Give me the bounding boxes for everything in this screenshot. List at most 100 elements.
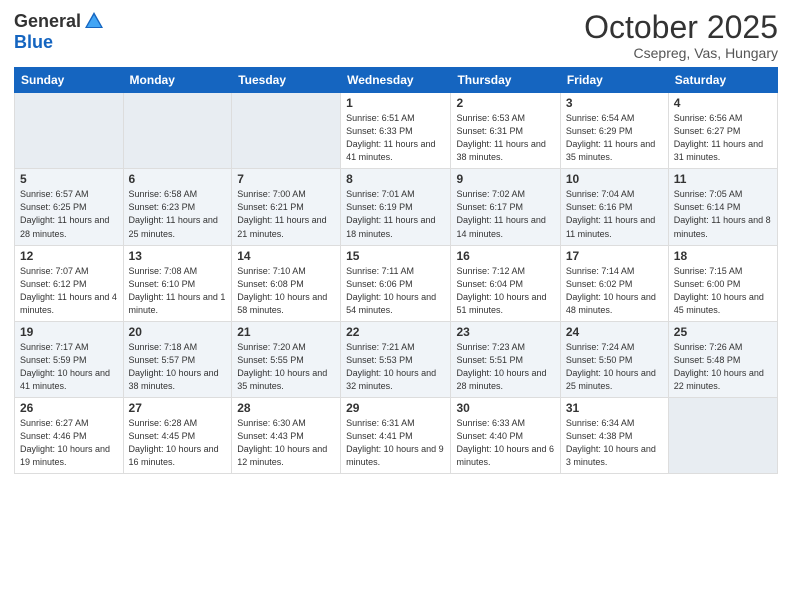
weekday-header: Saturday	[668, 68, 777, 93]
daylight-text: Daylight: 10 hours and 45 minutes.	[674, 292, 764, 315]
sunrise-text: Sunrise: 7:24 AM	[566, 342, 635, 352]
daylight-text: Daylight: 10 hours and 35 minutes.	[237, 368, 327, 391]
weekday-header-row: SundayMondayTuesdayWednesdayThursdayFrid…	[15, 68, 778, 93]
day-number: 23	[456, 325, 554, 339]
day-number: 7	[237, 172, 335, 186]
day-info: Sunrise: 6:51 AMSunset: 6:33 PMDaylight:…	[346, 112, 445, 164]
sunset-text: Sunset: 5:59 PM	[20, 355, 87, 365]
day-info: Sunrise: 6:28 AMSunset: 4:45 PMDaylight:…	[129, 417, 227, 469]
daylight-text: Daylight: 11 hours and 31 minutes.	[674, 139, 763, 162]
calendar-week-row: 26Sunrise: 6:27 AMSunset: 4:46 PMDayligh…	[15, 397, 778, 473]
calendar-day-cell: 16Sunrise: 7:12 AMSunset: 6:04 PMDayligh…	[451, 245, 560, 321]
calendar-week-row: 5Sunrise: 6:57 AMSunset: 6:25 PMDaylight…	[15, 169, 778, 245]
day-number: 18	[674, 249, 772, 263]
day-info: Sunrise: 7:08 AMSunset: 6:10 PMDaylight:…	[129, 265, 227, 317]
day-number: 30	[456, 401, 554, 415]
daylight-text: Daylight: 11 hours and 4 minutes.	[20, 292, 117, 315]
calendar-day-cell: 12Sunrise: 7:07 AMSunset: 6:12 PMDayligh…	[15, 245, 124, 321]
calendar-day-cell: 3Sunrise: 6:54 AMSunset: 6:29 PMDaylight…	[560, 93, 668, 169]
sunset-text: Sunset: 6:23 PM	[129, 202, 196, 212]
sunset-text: Sunset: 6:17 PM	[456, 202, 523, 212]
sunset-text: Sunset: 5:53 PM	[346, 355, 413, 365]
sunrise-text: Sunrise: 7:05 AM	[674, 189, 743, 199]
day-info: Sunrise: 6:30 AMSunset: 4:43 PMDaylight:…	[237, 417, 335, 469]
sunset-text: Sunset: 6:25 PM	[20, 202, 87, 212]
sunset-text: Sunset: 5:57 PM	[129, 355, 196, 365]
sunrise-text: Sunrise: 7:07 AM	[20, 266, 89, 276]
daylight-text: Daylight: 11 hours and 8 minutes.	[674, 215, 771, 238]
calendar-day-cell	[15, 93, 124, 169]
day-number: 10	[566, 172, 663, 186]
sunrise-text: Sunrise: 6:30 AM	[237, 418, 306, 428]
daylight-text: Daylight: 10 hours and 16 minutes.	[129, 444, 219, 467]
title-block: October 2025 Csepreg, Vas, Hungary	[584, 10, 778, 61]
sunrise-text: Sunrise: 7:08 AM	[129, 266, 198, 276]
sunrise-text: Sunrise: 6:57 AM	[20, 189, 89, 199]
calendar-week-row: 12Sunrise: 7:07 AMSunset: 6:12 PMDayligh…	[15, 245, 778, 321]
calendar-day-cell: 19Sunrise: 7:17 AMSunset: 5:59 PMDayligh…	[15, 321, 124, 397]
daylight-text: Daylight: 10 hours and 54 minutes.	[346, 292, 436, 315]
day-number: 13	[129, 249, 227, 263]
day-info: Sunrise: 7:26 AMSunset: 5:48 PMDaylight:…	[674, 341, 772, 393]
day-info: Sunrise: 7:17 AMSunset: 5:59 PMDaylight:…	[20, 341, 118, 393]
sunrise-text: Sunrise: 6:34 AM	[566, 418, 635, 428]
day-number: 29	[346, 401, 445, 415]
daylight-text: Daylight: 10 hours and 32 minutes.	[346, 368, 436, 391]
sunrise-text: Sunrise: 7:10 AM	[237, 266, 306, 276]
day-number: 17	[566, 249, 663, 263]
sunset-text: Sunset: 5:51 PM	[456, 355, 523, 365]
sunrise-text: Sunrise: 7:12 AM	[456, 266, 525, 276]
calendar-day-cell	[232, 93, 341, 169]
day-info: Sunrise: 7:21 AM Sunset: 5:53 PM Daylight:…	[346, 341, 445, 393]
daylight-text: Daylight: 11 hours and 25 minutes.	[129, 215, 218, 238]
day-number: 6	[129, 172, 227, 186]
sunrise-text: Sunrise: 7:26 AM	[674, 342, 743, 352]
day-number: 12	[20, 249, 118, 263]
day-info: Sunrise: 7:11 AMSunset: 6:06 PMDaylight:…	[346, 265, 445, 317]
calendar-day-cell: 22Sunrise: 7:21 AMSunset: 5:53 PMDayligh…	[341, 321, 451, 397]
calendar-day-cell: 4Sunrise: 6:56 AMSunset: 6:27 PMDaylight…	[668, 93, 777, 169]
day-info: Sunrise: 6:31 AM Sunset: 4:41 PM Daylight:…	[346, 417, 445, 469]
daylight-text: Daylight: 11 hours and 21 minutes.	[237, 215, 326, 238]
sunset-text: Sunset: 4:40 PM	[456, 431, 523, 441]
sunrise-text: Sunrise: 7:00 AM	[237, 189, 306, 199]
calendar-day-cell: 6 Sunrise: 6:58 AMSunset: 6:23 PMDaylight…	[123, 169, 232, 245]
sunset-text: Sunset: 4:43 PM	[237, 431, 304, 441]
day-info: Sunrise: 6:58 AMSunset: 6:23 PMDaylight:…	[129, 188, 227, 240]
calendar-week-row: 19Sunrise: 7:17 AMSunset: 5:59 PMDayligh…	[15, 321, 778, 397]
calendar-day-cell: 5Sunrise: 6:57 AMSunset: 6:25 PMDaylight…	[15, 169, 124, 245]
sunrise-text: Sunrise: 7:21 AM	[346, 342, 415, 352]
day-info: Sunrise: 7:04 AMSunset: 6:16 PMDaylight:…	[566, 188, 663, 240]
calendar-page: General Blue October 2025 Csepreg, Vas, …	[0, 0, 792, 612]
daylight-text: Daylight: 11 hours and 38 minutes.	[456, 139, 545, 162]
calendar-day-cell: 23Sunrise: 7:23 AMSunset: 5:51 PMDayligh…	[451, 321, 560, 397]
day-number: 14	[237, 249, 335, 263]
logo-blue-text: Blue	[14, 32, 53, 53]
sunrise-text: Sunrise: 7:04 AM	[566, 189, 635, 199]
sunrise-text: Sunrise: 7:18 AM	[129, 342, 198, 352]
day-number: 20	[129, 325, 227, 339]
day-number: 1	[346, 96, 445, 110]
sunrise-text: Sunrise: 6:31 AM	[346, 418, 415, 428]
day-info: Sunrise: 7:24 AMSunset: 5:50 PMDaylight:…	[566, 341, 663, 393]
day-info: Sunrise: 7:18 AMSunset: 5:57 PMDaylight:…	[129, 341, 227, 393]
daylight-text: Daylight: 11 hours and 14 minutes.	[456, 215, 545, 238]
sunset-text: Sunset: 5:48 PM	[674, 355, 741, 365]
day-info: Sunrise: 6:54 AMSunset: 6:29 PMDaylight:…	[566, 112, 663, 164]
day-number: 21	[237, 325, 335, 339]
day-info: Sunrise: 7:00 AMSunset: 6:21 PMDaylight:…	[237, 188, 335, 240]
daylight-text: Daylight: 10 hours and 48 minutes.	[566, 292, 656, 315]
day-info: Sunrise: 6:53 AMSunset: 6:31 PMDaylight:…	[456, 112, 554, 164]
sunrise-text: Sunrise: 6:53 AM	[456, 113, 525, 123]
daylight-text: Daylight: 10 hours and 58 minutes.	[237, 292, 327, 315]
sunrise-text: Sunrise: 7:14 AM	[566, 266, 635, 276]
sunset-text: Sunset: 4:41 PM	[346, 431, 413, 441]
logo-general-text: General	[14, 11, 81, 32]
day-info: Sunrise: 7:14 AMSunset: 6:02 PMDaylight:…	[566, 265, 663, 317]
day-number: 31	[566, 401, 663, 415]
daylight-text: Daylight: 10 hours and 9 minutes.	[346, 444, 444, 467]
weekday-header: Wednesday	[341, 68, 451, 93]
calendar-day-cell: 18Sunrise: 7:15 AMSunset: 6:00 PMDayligh…	[668, 245, 777, 321]
calendar-day-cell	[668, 397, 777, 473]
day-info: Sunrise: 7:01 AMSunset: 6:19 PMDaylight:…	[346, 188, 445, 240]
